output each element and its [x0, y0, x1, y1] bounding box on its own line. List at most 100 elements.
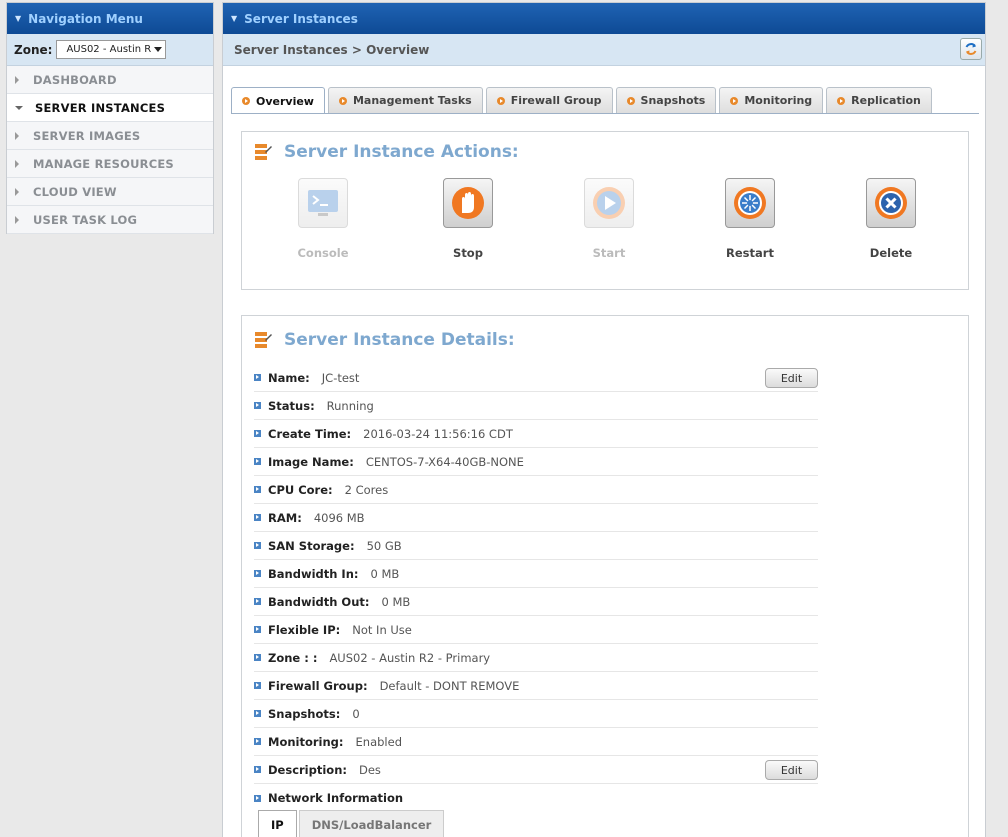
chevron-right-icon [15, 187, 19, 196]
tab-label: Management Tasks [352, 94, 472, 107]
detail-value: Not In Use [352, 622, 412, 637]
bullet-arrow-icon [254, 514, 261, 521]
detail-row-create-time: Create Time: 2016-03-24 11:56:16 CDT [254, 420, 818, 448]
bullet-arrow-icon [254, 738, 261, 745]
tab-bar: Overview Management Tasks Firewall Group… [231, 87, 935, 114]
arrow-bullet-icon [626, 96, 635, 105]
detail-key: Image Name: [268, 454, 354, 469]
arrow-bullet-icon [837, 96, 846, 105]
stop-action: Stop [423, 178, 513, 260]
start-label: Start [592, 246, 626, 260]
detail-value: Enabled [355, 734, 402, 749]
detail-row-image-name: Image Name: CENTOS-7-X64-40GB-NONE [254, 448, 818, 476]
detail-value: JC-test [321, 370, 360, 385]
sidebar-item-dashboard[interactable]: DASHBOARD [7, 66, 213, 94]
detail-row-bandwidth-out: Bandwidth Out: 0 MB [254, 588, 818, 616]
detail-value: 2016-03-24 11:56:16 CDT [363, 426, 513, 441]
main-title: Server Instances [244, 11, 358, 26]
start-action: Start [564, 178, 654, 260]
bullet-arrow-icon [254, 710, 261, 717]
refresh-button[interactable] [960, 38, 982, 60]
sidebar-item-user-task-log[interactable]: USER TASK LOG [7, 206, 213, 234]
chevron-right-icon [15, 215, 19, 224]
sidebar-item-label: DASHBOARD [33, 72, 117, 87]
detail-value: 2 Cores [344, 482, 389, 497]
start-button[interactable] [584, 178, 634, 228]
stop-hand-icon [452, 187, 484, 219]
detail-key: Monitoring: [268, 734, 344, 749]
sidebar-item-label: SERVER IMAGES [33, 128, 141, 143]
navigation-panel: ▼ Navigation Menu Zone: AUS02 - Austin R… [6, 2, 214, 234]
chevron-right-icon [15, 75, 19, 84]
server-list-icon [255, 332, 272, 348]
sidebar-item-label: SERVER INSTANCES [35, 100, 166, 115]
restart-button[interactable] [725, 178, 775, 228]
action-buttons: Console Stop Start Restart Delete [242, 178, 970, 268]
detail-row-name: Name: JC-test Edit [254, 364, 818, 392]
tab-firewall-group[interactable]: Firewall Group [485, 87, 613, 113]
detail-key: Network Information [268, 791, 404, 805]
detail-value: AUS02 - Austin R2 - Primary [329, 650, 491, 665]
detail-row-network-information: Network Information [254, 784, 818, 812]
server-actions-title: Server Instance Actions: [254, 142, 519, 162]
tab-ip[interactable]: IP [258, 810, 297, 837]
console-label: Console [297, 246, 349, 260]
collapse-icon: ▼ [231, 14, 238, 23]
zone-select-value: AUS02 - Austin R [66, 44, 152, 55]
bullet-arrow-icon [254, 626, 261, 633]
delete-button[interactable] [866, 178, 916, 228]
bullet-arrow-icon [254, 402, 261, 409]
arrow-bullet-icon [338, 96, 347, 105]
tab-monitoring[interactable]: Monitoring [719, 87, 824, 113]
tab-dns-loadbalancer[interactable]: DNS/LoadBalancer [298, 810, 445, 837]
play-icon [593, 187, 625, 219]
bullet-arrow-icon [254, 794, 261, 802]
tab-divider [231, 113, 979, 114]
breadcrumb: Server Instances > Overview [223, 34, 985, 66]
sidebar-item-manage-resources[interactable]: MANAGE RESOURCES [7, 150, 213, 178]
navigation-header[interactable]: ▼ Navigation Menu [7, 3, 213, 34]
section-title: Server Instance Actions: [284, 142, 519, 162]
detail-key: Name: [268, 370, 310, 385]
stop-label: Stop [453, 246, 483, 260]
restart-action: Restart [705, 178, 795, 260]
detail-key: Bandwidth In: [268, 566, 359, 581]
navigation-title: Navigation Menu [28, 11, 143, 26]
detail-key: Zone : : [268, 650, 318, 665]
edit-name-button[interactable]: Edit [765, 368, 818, 388]
detail-value: 0 [352, 706, 360, 721]
sidebar-item-label: USER TASK LOG [33, 212, 138, 227]
section-title: Server Instance Details: [284, 330, 515, 350]
detail-value: 50 GB [366, 538, 402, 553]
tab-label: Replication [851, 94, 921, 107]
console-action: Console [278, 178, 368, 260]
refresh-icon [965, 43, 977, 55]
detail-value: 0 MB [370, 566, 400, 581]
delete-x-icon [875, 187, 907, 219]
console-button[interactable] [298, 178, 348, 228]
chevron-down-icon [154, 47, 163, 52]
zone-row: Zone: AUS02 - Austin R [7, 34, 213, 66]
tab-replication[interactable]: Replication [826, 87, 932, 113]
detail-row-snapshots: Snapshots: 0 [254, 700, 818, 728]
tab-management-tasks[interactable]: Management Tasks [327, 87, 483, 113]
sidebar-item-label: MANAGE RESOURCES [33, 156, 174, 171]
sidebar-item-server-images[interactable]: SERVER IMAGES [7, 122, 213, 150]
tab-snapshots[interactable]: Snapshots [615, 87, 717, 113]
tab-overview[interactable]: Overview [231, 87, 325, 114]
tab-label: Snapshots [640, 94, 706, 107]
edit-description-button[interactable]: Edit [765, 760, 818, 780]
stop-button[interactable] [443, 178, 493, 228]
bullet-arrow-icon [254, 542, 261, 549]
main-header: ▼ Server Instances [223, 3, 985, 34]
bullet-arrow-icon [254, 458, 261, 465]
zone-select[interactable]: AUS02 - Austin R [56, 40, 167, 59]
detail-row-flexible-ip: Flexible IP: Not In Use [254, 616, 818, 644]
detail-key: Bandwidth Out: [268, 594, 370, 609]
detail-key: CPU Core: [268, 482, 333, 497]
bullet-arrow-icon [254, 598, 261, 605]
bullet-arrow-icon [254, 430, 261, 437]
sidebar-item-server-instances[interactable]: SERVER INSTANCES [7, 94, 213, 122]
sidebar-item-cloud-view[interactable]: CLOUD VIEW [7, 178, 213, 206]
tab-label: Firewall Group [510, 94, 602, 107]
